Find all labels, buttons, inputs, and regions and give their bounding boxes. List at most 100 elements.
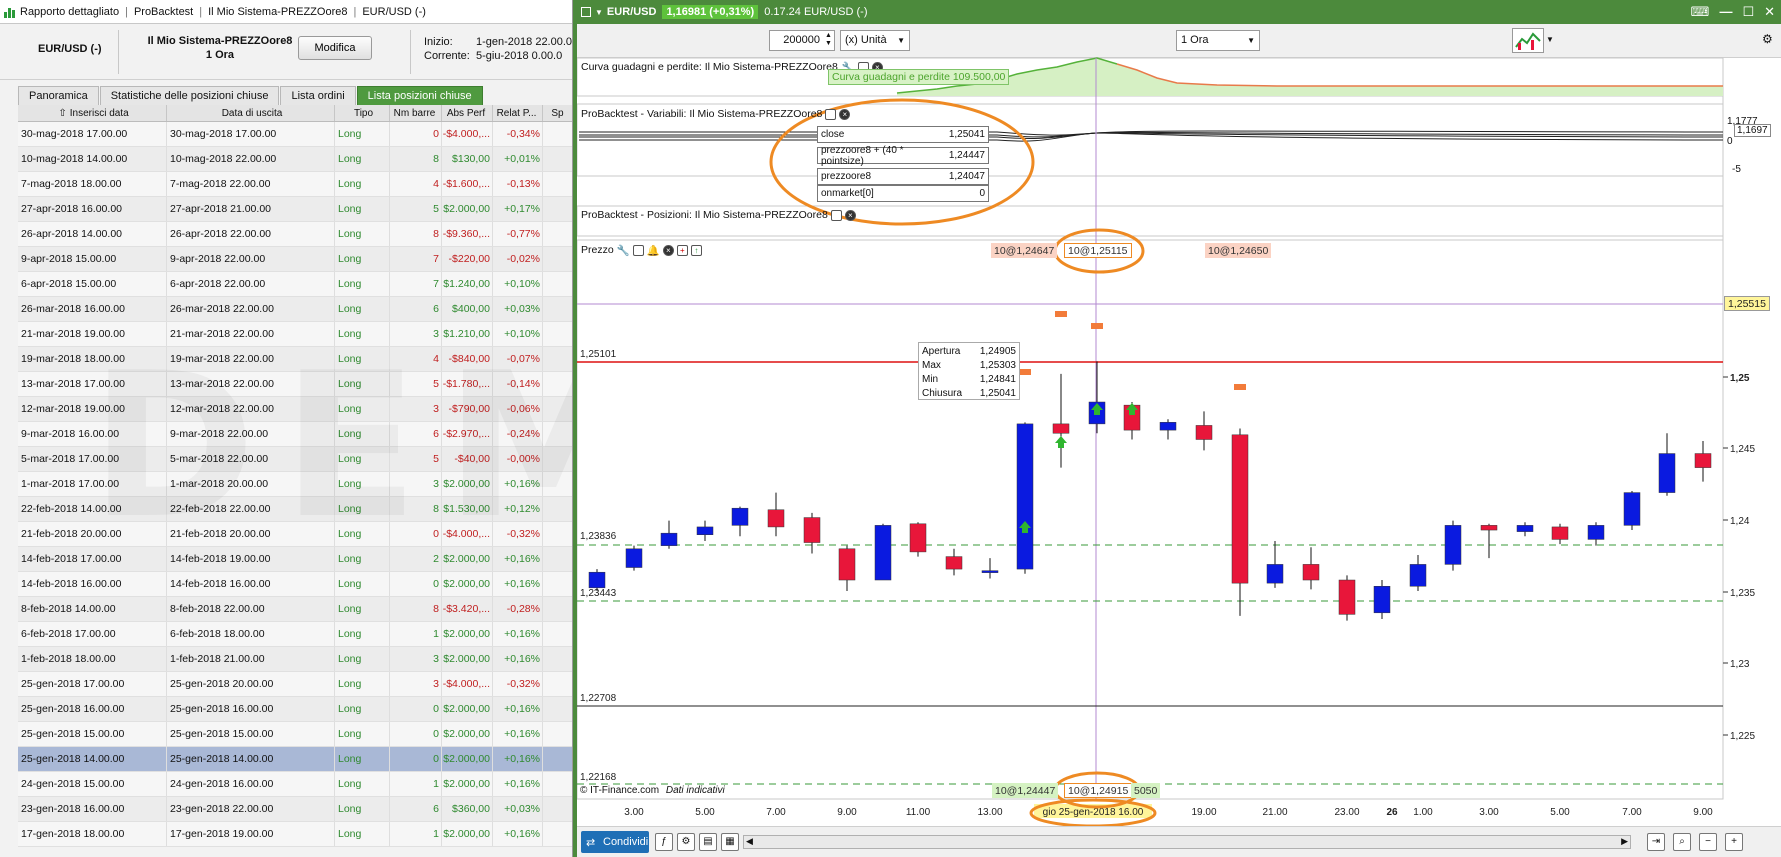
table-row[interactable]: 10-mag-2018 14.00.00 10-mag-2018 22.00.00… [18, 147, 572, 172]
scroll-right-icon[interactable]: ▶ [1621, 836, 1628, 847]
order-tag-top-right[interactable]: 10@1,24650 [1205, 243, 1272, 258]
cell-exit-date: 9-apr-2018 22.00.00 [167, 247, 335, 271]
order-tag-bottom-selected[interactable]: 10@1,24915 [1064, 783, 1133, 798]
candle-bullish [625, 548, 643, 568]
order-tag-top-left[interactable]: 10@1,24647 [991, 243, 1058, 258]
zoom-fit-icon[interactable]: ⌕ [1673, 833, 1691, 851]
cell-abs-perf: -$220,00 [442, 247, 493, 271]
price-panel-wrench-icon[interactable]: 🔧 [617, 244, 630, 257]
col-type[interactable]: Tipo [335, 105, 390, 121]
col-abs-perf[interactable]: Abs Perf [442, 105, 493, 121]
table-row[interactable]: 26-apr-2018 14.00.00 26-apr-2018 22.00.00… [18, 222, 572, 247]
table-row[interactable]: 9-mar-2018 16.00.00 9-mar-2018 22.00.00 Lo… [18, 422, 572, 447]
cell-entry-date: 30-mag-2018 17.00.00 [18, 122, 167, 146]
price-panel-title: Prezzo [581, 244, 614, 256]
order-tag-top-selected[interactable]: 10@1,25115 [1064, 243, 1132, 258]
candle-bullish [1159, 422, 1177, 431]
table-row[interactable]: 25-gen-2018 17.00.00 25-gen-2018 20.00.00… [18, 672, 572, 697]
cell-type: Long [335, 472, 390, 496]
order-tag-bottom-right[interactable]: 5050 [1131, 783, 1161, 798]
cell-type: Long [335, 597, 390, 621]
price-panel-close-icon[interactable]: × [662, 244, 674, 256]
cell-type: Long [335, 297, 390, 321]
col-sp[interactable]: Sp [543, 105, 572, 121]
chart-canvas[interactable]: 1,25101 1,23836 1,23443 1,22708 1,22168 1,25… [577, 0, 1781, 826]
time-axis-label: 11.00 [906, 807, 931, 818]
candle-bullish [1444, 525, 1462, 565]
positions-panel-close-icon[interactable]: × [844, 209, 856, 221]
table-row[interactable]: 25-gen-2018 16.00.00 25-gen-2018 16.00.00… [18, 697, 572, 722]
tab-overview[interactable]: Panoramica [18, 86, 99, 105]
cell-entry-date: 10-mag-2018 14.00.00 [18, 147, 167, 171]
table-row[interactable]: 14-feb-2018 17.00.00 14-feb-2018 19.00.00… [18, 547, 572, 572]
modify-button[interactable]: Modifica [298, 36, 372, 60]
table-row[interactable]: 30-mag-2018 17.00.00 30-mag-2018 17.00.00… [18, 122, 572, 147]
cell-type: Long [335, 197, 390, 221]
col-rel-perf[interactable]: Relat P... [493, 105, 543, 121]
table-row[interactable]: 17-gen-2018 18.00.00 17-gen-2018 19.00.00… [18, 822, 572, 847]
cell-abs-perf: -$3.420,... [442, 597, 493, 621]
time-scrollbar[interactable]: ◀ ▶ [743, 835, 1631, 849]
cell-sp [543, 572, 572, 596]
alert-bell-icon[interactable]: 🔔 [647, 244, 660, 257]
table-row[interactable]: 14-feb-2018 16.00.00 14-feb-2018 16.00.00… [18, 572, 572, 597]
autoscroll-icon[interactable]: ⇥ [1647, 833, 1665, 851]
table-row[interactable]: 9-apr-2018 15.00.00 9-apr-2018 22.00.00 Lo… [18, 247, 572, 272]
template-icon[interactable]: ▤ [699, 833, 717, 851]
table-row[interactable]: 21-mar-2018 19.00.00 21-mar-2018 22.00.00… [18, 322, 572, 347]
tab-closed-positions[interactable]: Lista posizioni chiuse [356, 86, 483, 105]
col-exit-date[interactable]: Data di uscita [167, 105, 335, 121]
table-row[interactable]: 22-feb-2018 14.00.00 22-feb-2018 22.00.00… [18, 497, 572, 522]
table-row[interactable]: 21-feb-2018 20.00.00 21-feb-2018 20.00.00… [18, 522, 572, 547]
move-up-icon[interactable]: ↑ [690, 244, 702, 256]
cell-entry-date: 6-apr-2018 15.00.00 [18, 272, 167, 296]
table-row[interactable]: 12-mar-2018 19.00.00 12-mar-2018 22.00.00… [18, 397, 572, 422]
table-row[interactable]: 5-mar-2018 17.00.00 5-mar-2018 22.00.00 Lo… [18, 447, 572, 472]
cell-type: Long [335, 122, 390, 146]
scroll-left-icon[interactable]: ◀ [746, 836, 753, 847]
table-row[interactable]: 19-mar-2018 18.00.00 19-mar-2018 22.00.00… [18, 347, 572, 372]
zoom-out-icon[interactable]: − [1699, 833, 1717, 851]
table-row[interactable]: 25-gen-2018 14.00.00 25-gen-2018 14.00.00… [18, 747, 572, 772]
vars-panel-window-icon[interactable] [825, 108, 837, 120]
col-bars[interactable]: Nm barre [390, 105, 442, 121]
tab-orders[interactable]: Lista ordini [280, 86, 356, 105]
vars-panel-close-icon[interactable]: × [839, 108, 851, 120]
backtest-icon[interactable]: ▦ [721, 833, 739, 851]
col-entry-date[interactable]: ⇧ Inserisci data [18, 105, 167, 121]
table-row[interactable]: 24-gen-2018 15.00.00 24-gen-2018 16.00.00… [18, 772, 572, 797]
cell-rel-perf: +0,16% [493, 472, 543, 496]
table-row[interactable]: 1-mar-2018 17.00.00 1-mar-2018 20.00.00 Lo… [18, 472, 572, 497]
table-row[interactable]: 7-mag-2018 18.00.00 7-mag-2018 22.00.00 Lo… [18, 172, 572, 197]
order-tag-bottom-left[interactable]: 10@1,24447 [992, 783, 1059, 798]
table-row[interactable]: 1-feb-2018 18.00.00 1-feb-2018 21.00.00 Lo… [18, 647, 572, 672]
table-row[interactable]: 8-feb-2018 14.00.00 8-feb-2018 22.00.00 Lo… [18, 597, 572, 622]
table-row[interactable]: 25-gen-2018 15.00.00 25-gen-2018 15.00.00… [18, 722, 572, 747]
vars-axis-tag: 1,1697 [1734, 124, 1771, 137]
cell-bars: 5 [390, 447, 442, 471]
cell-entry-date: 22-feb-2018 14.00.00 [18, 497, 167, 521]
var-onmarket: onmarket[0] 0 [817, 185, 989, 202]
settings-icon[interactable]: ⚙ [677, 833, 695, 851]
cell-exit-date: 17-gen-2018 19.00.00 [167, 822, 335, 846]
table-row[interactable]: 13-mar-2018 17.00.00 13-mar-2018 22.00.00… [18, 372, 572, 397]
cell-bars: 3 [390, 397, 442, 421]
tab-closed-stats[interactable]: Statistiche delle posizioni chiuse [99, 86, 280, 105]
cell-exit-date: 22-feb-2018 22.00.00 [167, 497, 335, 521]
positions-panel-window-icon[interactable] [830, 209, 842, 221]
table-row[interactable]: 23-gen-2018 16.00.00 23-gen-2018 22.00.00… [18, 797, 572, 822]
table-row[interactable]: 27-apr-2018 16.00.00 27-apr-2018 21.00.00… [18, 197, 572, 222]
add-indicator-icon[interactable]: + [676, 244, 688, 256]
price-panel-window-icon[interactable] [632, 244, 644, 256]
price-axis-label: 1,23 [1730, 659, 1750, 670]
cell-entry-date: 12-mar-2018 19.00.00 [18, 397, 167, 421]
candle-bearish [1302, 564, 1320, 581]
table-row[interactable]: 6-feb-2018 17.00.00 6-feb-2018 18.00.00 Lo… [18, 622, 572, 647]
table-row[interactable]: 6-apr-2018 15.00.00 6-apr-2018 22.00.00 Lo… [18, 272, 572, 297]
indicators-icon[interactable]: ƒ [655, 833, 673, 851]
zoom-in-icon[interactable]: + [1725, 833, 1743, 851]
equity-value-tag: Curva guadagni e perdite 109.500,00 [828, 69, 1010, 85]
cell-sp [543, 722, 572, 746]
system-name-text: Il Mio Sistema-PREZZOore8 [147, 35, 293, 47]
table-row[interactable]: 26-mar-2018 16.00.00 26-mar-2018 22.00.00… [18, 297, 572, 322]
